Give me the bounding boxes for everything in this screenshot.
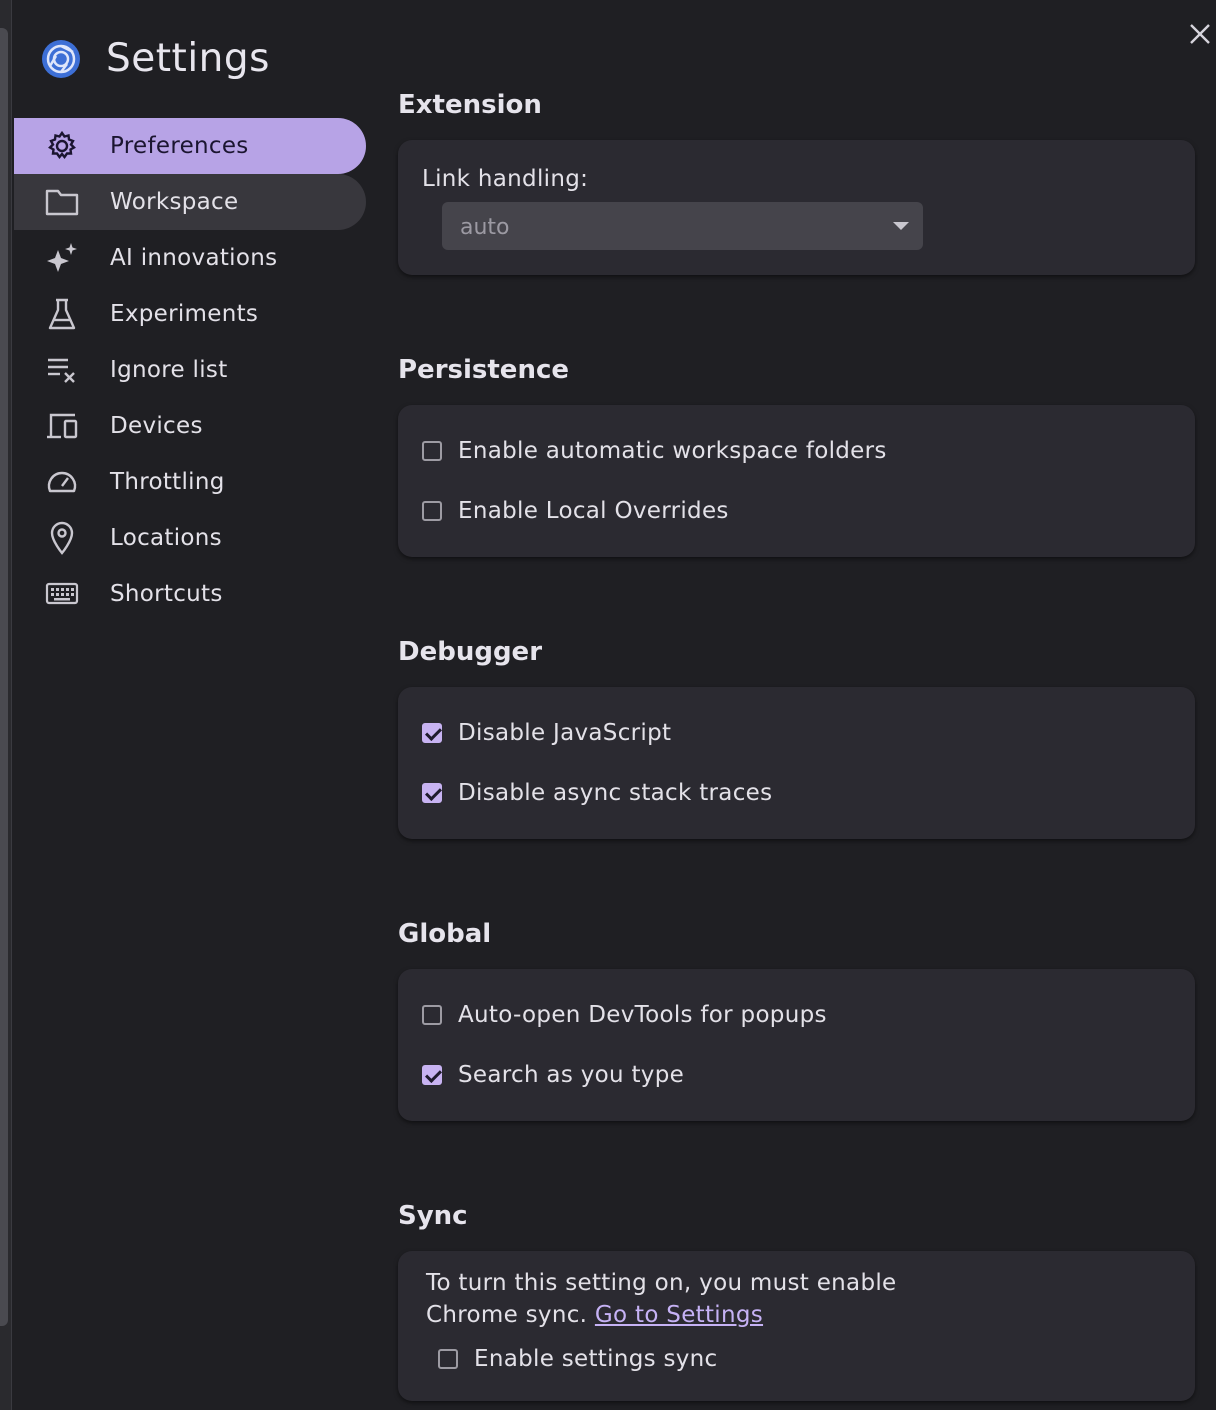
debugger-card: Disable JavaScript Disable async stack t…: [398, 687, 1195, 839]
option-label: Disable JavaScript: [458, 720, 672, 746]
option-label: Disable async stack traces: [458, 780, 773, 806]
flask-icon: [44, 296, 80, 332]
section-title-sync: Sync: [398, 1201, 468, 1231]
sidebar-item-label: Workspace: [110, 189, 239, 215]
scrollbar-thumb[interactable]: [0, 28, 8, 1326]
location-pin-icon: [44, 520, 80, 556]
sidebar-item-label: AI innovations: [110, 245, 278, 271]
section-title-debugger: Debugger: [398, 637, 543, 667]
option-disable-javascript[interactable]: Disable JavaScript: [422, 703, 1171, 763]
option-automatic-workspace-folders[interactable]: Enable automatic workspace folders: [422, 421, 1171, 481]
option-label: Enable settings sync: [474, 1346, 718, 1372]
close-button[interactable]: [1184, 18, 1216, 50]
option-search-as-you-type[interactable]: Search as you type: [422, 1045, 1171, 1105]
option-label: Search as you type: [458, 1062, 685, 1088]
sidebar-item-shortcuts[interactable]: Shortcuts: [14, 566, 366, 622]
devices-icon: [44, 408, 80, 444]
checkbox[interactable]: [438, 1349, 458, 1369]
sidebar-item-label: Ignore list: [110, 357, 228, 383]
link-handling-label: Link handling:: [422, 166, 589, 192]
link-handling-value: auto: [460, 215, 510, 240]
sync-message-line1: To turn this setting on, you must enable: [426, 1270, 897, 1296]
option-label: Enable automatic workspace folders: [458, 438, 887, 464]
sidebar-item-ignore-list[interactable]: Ignore list: [14, 342, 366, 398]
sparkle-icon: [44, 240, 80, 276]
sidebar-item-locations[interactable]: Locations: [14, 510, 366, 566]
gear-icon: [44, 128, 80, 164]
checkbox[interactable]: [422, 1065, 442, 1085]
link-handling-select[interactable]: auto: [442, 202, 923, 250]
chrome-devtools-logo-icon: [40, 38, 82, 80]
sidebar-item-devices[interactable]: Devices: [14, 398, 366, 454]
sidebar-item-preferences[interactable]: Preferences: [14, 118, 366, 174]
sync-message-line2: Chrome sync. Go to Settings: [426, 1299, 1167, 1331]
option-enable-settings-sync[interactable]: Enable settings sync: [438, 1331, 1167, 1387]
sidebar-item-label: Devices: [110, 413, 203, 439]
checkbox[interactable]: [422, 783, 442, 803]
sidebar-item-label: Throttling: [110, 469, 225, 495]
sidebar-item-label: Experiments: [110, 301, 259, 327]
checkbox[interactable]: [422, 441, 442, 461]
checkbox[interactable]: [422, 1005, 442, 1025]
settings-content: Extension Link handling: auto Persistenc…: [398, 80, 1195, 1401]
left-scrollbar[interactable]: [0, 0, 12, 1410]
speedometer-icon: [44, 464, 80, 500]
checkbox[interactable]: [422, 501, 442, 521]
sidebar-item-workspace[interactable]: Workspace: [14, 174, 366, 230]
section-title-extension: Extension: [398, 90, 542, 120]
go-to-settings-link[interactable]: Go to Settings: [595, 1302, 763, 1328]
chevron-down-icon: [893, 222, 909, 230]
section-title-persistence: Persistence: [398, 355, 569, 385]
extension-card: Link handling: auto: [398, 140, 1195, 275]
folder-icon: [44, 184, 80, 220]
sidebar-item-label: Preferences: [110, 133, 249, 159]
settings-window: Settings Preferences Workspace AI innova…: [0, 0, 1216, 1410]
list-remove-icon: [44, 352, 80, 388]
close-icon: [1190, 24, 1210, 44]
checkbox[interactable]: [422, 723, 442, 743]
option-local-overrides[interactable]: Enable Local Overrides: [422, 481, 1171, 541]
option-label: Enable Local Overrides: [458, 498, 729, 524]
settings-sidebar: Preferences Workspace AI innovations Exp…: [14, 118, 366, 622]
sidebar-item-label: Shortcuts: [110, 581, 223, 607]
global-card: Auto-open DevTools for popups Search as …: [398, 969, 1195, 1121]
option-label: Auto-open DevTools for popups: [458, 1002, 827, 1028]
sidebar-item-experiments[interactable]: Experiments: [14, 286, 366, 342]
divider: [11, 0, 12, 1410]
sync-message: To turn this setting on, you must enable…: [426, 1267, 1167, 1331]
option-disable-async-stack-traces[interactable]: Disable async stack traces: [422, 763, 1171, 823]
settings-header: Settings: [40, 36, 270, 81]
section-title-global: Global: [398, 919, 492, 949]
persistence-card: Enable automatic workspace folders Enabl…: [398, 405, 1195, 557]
sync-message-text: Chrome sync.: [426, 1302, 588, 1328]
sidebar-item-label: Locations: [110, 525, 222, 551]
keyboard-icon: [44, 576, 80, 612]
sidebar-item-throttling[interactable]: Throttling: [14, 454, 366, 510]
option-auto-open-devtools[interactable]: Auto-open DevTools for popups: [422, 985, 1171, 1045]
page-title: Settings: [106, 36, 270, 81]
sidebar-item-ai-innovations[interactable]: AI innovations: [14, 230, 366, 286]
sync-card: To turn this setting on, you must enable…: [398, 1251, 1195, 1401]
